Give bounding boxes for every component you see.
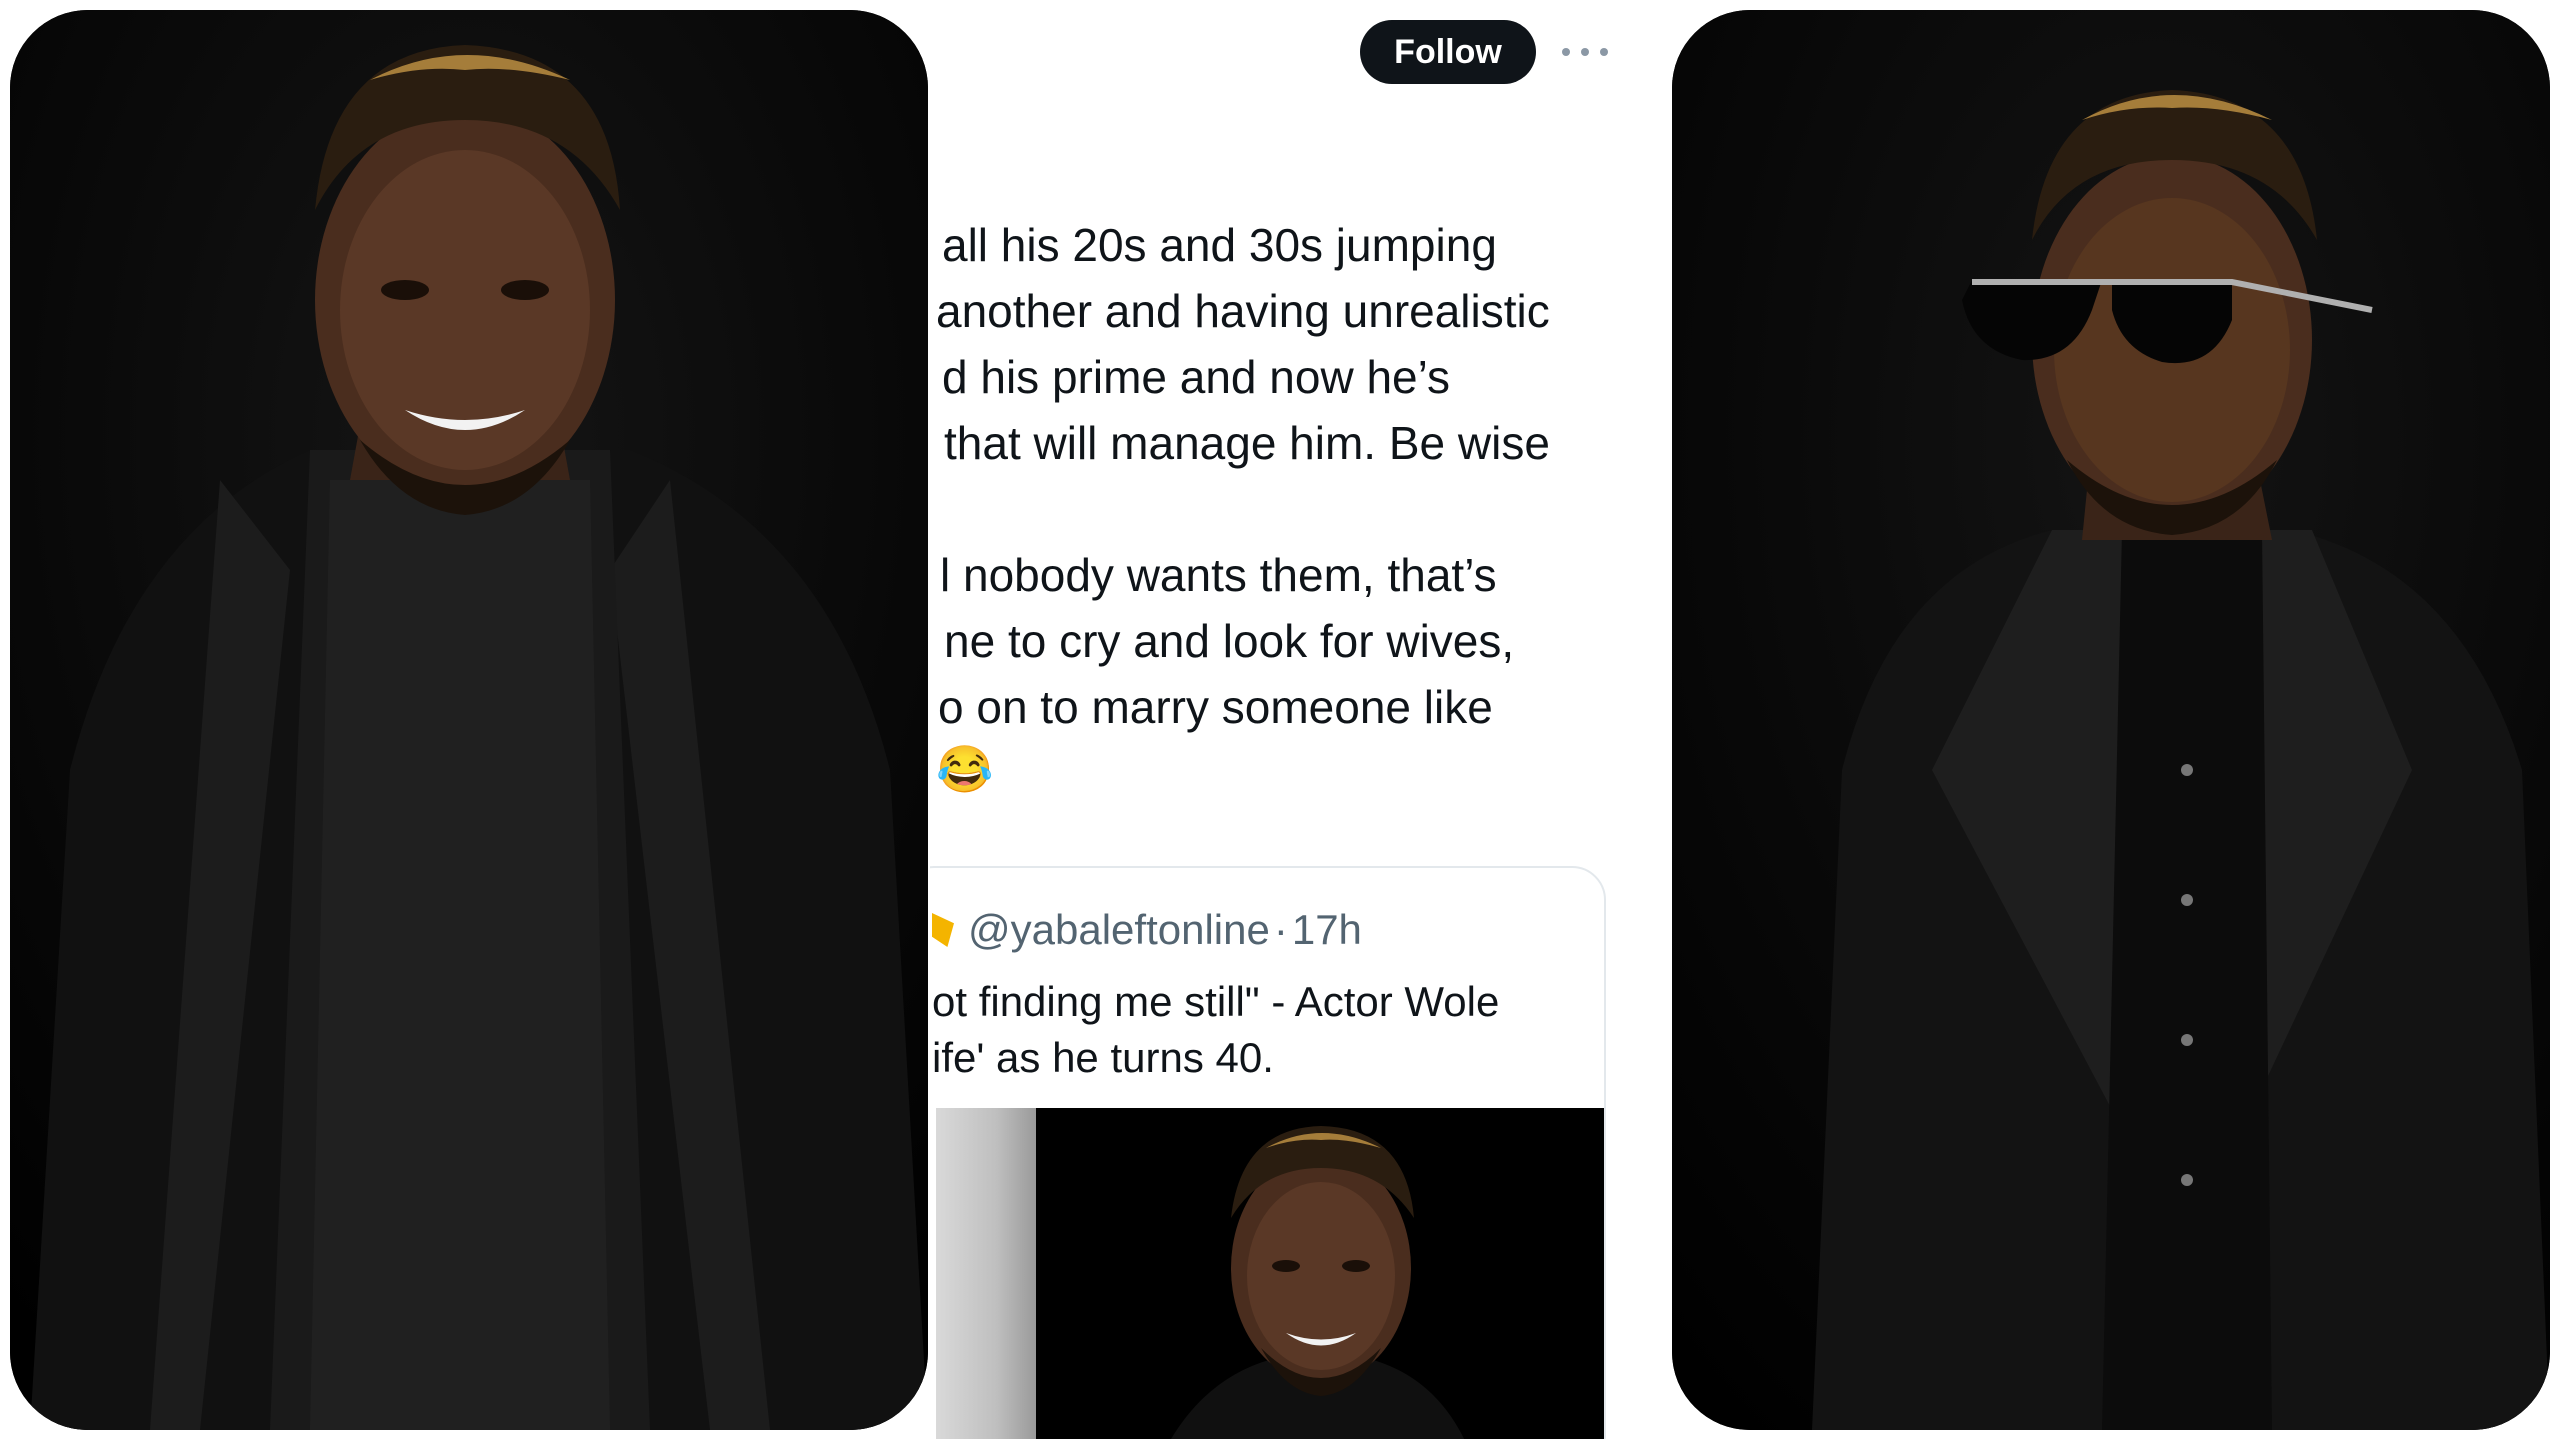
quoted-tweet-time[interactable]: 17h [1292,906,1362,954]
tweet-emoji-line: 😂 [936,743,994,795]
tweet-panel: Follow all his 20s and 30s jumping anoth… [930,0,1670,1439]
tweet-text-line-6: ne to cry and look for wives, [944,615,1515,667]
tweet-text-line-2: another and having unrealistic [936,285,1550,337]
tweet-text-line-4: that will manage him. Be wise [944,417,1550,469]
right-portrait-photo [1672,10,2550,1430]
quoted-tweet-card[interactable]: @yabaleftonline · 17h ot finding me stil… [930,866,1606,1439]
quoted-tweet-media[interactable] [936,1108,1604,1439]
tweet-text-line-5: l nobody wants them, that’s [940,549,1497,601]
quoted-tweet-handle[interactable]: @yabaleftonline [968,906,1270,954]
tweet-text-line-7: o on to marry someone like [938,681,1493,733]
tweet-text-line-3: d his prime and now he’s [942,351,1450,403]
tweet-text-line-1: all his 20s and 30s jumping [942,219,1497,271]
quoted-tweet-text-line-2: ife' as he turns 40. [932,1034,1274,1081]
media-background-door [936,1108,1036,1439]
quoted-tweet-text-line-1: ot finding me still" - Actor Wole [932,978,1500,1025]
left-portrait-photo [10,10,928,1430]
quoted-tweet-separator: · [1273,906,1288,953]
follow-button[interactable]: Follow [1360,20,1536,84]
quoted-tweet-header: @yabaleftonline · 17h [932,906,1362,954]
verified-badge-icon [932,913,954,947]
left-portrait-illustration [10,10,928,1430]
more-horizontal-icon[interactable] [1562,30,1608,74]
media-portrait-illustration [1036,1108,1604,1439]
right-portrait-illustration [1672,10,2550,1430]
